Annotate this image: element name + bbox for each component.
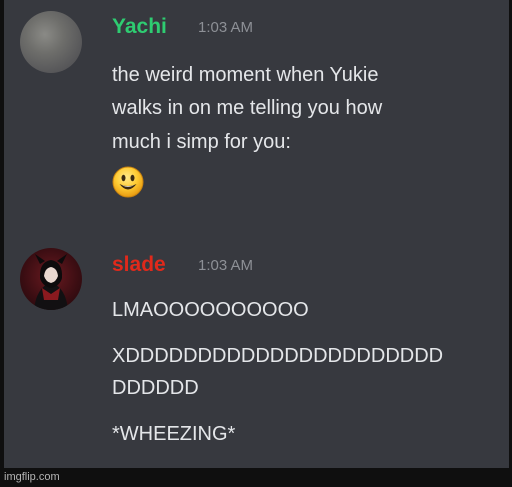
message-line: the weird moment when Yukie	[112, 64, 379, 86]
message-line: LMAOOOOOOOOOO	[112, 299, 309, 321]
timestamp-yachi: 1:03 AM	[198, 19, 254, 36]
message-line: much i simp for you:	[112, 131, 291, 153]
username-yachi[interactable]: Yachi	[112, 15, 167, 39]
avatar-yachi[interactable]	[20, 11, 82, 73]
character-avatar-icon	[34, 254, 68, 310]
screenshot-frame: Yachi 1:03 AM the weird moment when Yuki…	[0, 0, 512, 487]
message-line: DDDDDD	[112, 377, 199, 399]
username-slade[interactable]: slade	[112, 253, 166, 277]
message-line: XDDDDDDDDDDDDDDDDDDDDDD	[112, 345, 444, 367]
watermark: imgflip.com	[4, 471, 60, 483]
timestamp-slade: 1:03 AM	[198, 257, 254, 274]
avatar-slade[interactable]	[20, 248, 82, 310]
chat-panel: Yachi 1:03 AM the weird moment when Yuki…	[4, 0, 509, 468]
smiley-emoji-icon	[112, 166, 144, 198]
message-line: *WHEEZING*	[112, 423, 236, 445]
message-line: walks in on me telling you how	[112, 97, 383, 119]
